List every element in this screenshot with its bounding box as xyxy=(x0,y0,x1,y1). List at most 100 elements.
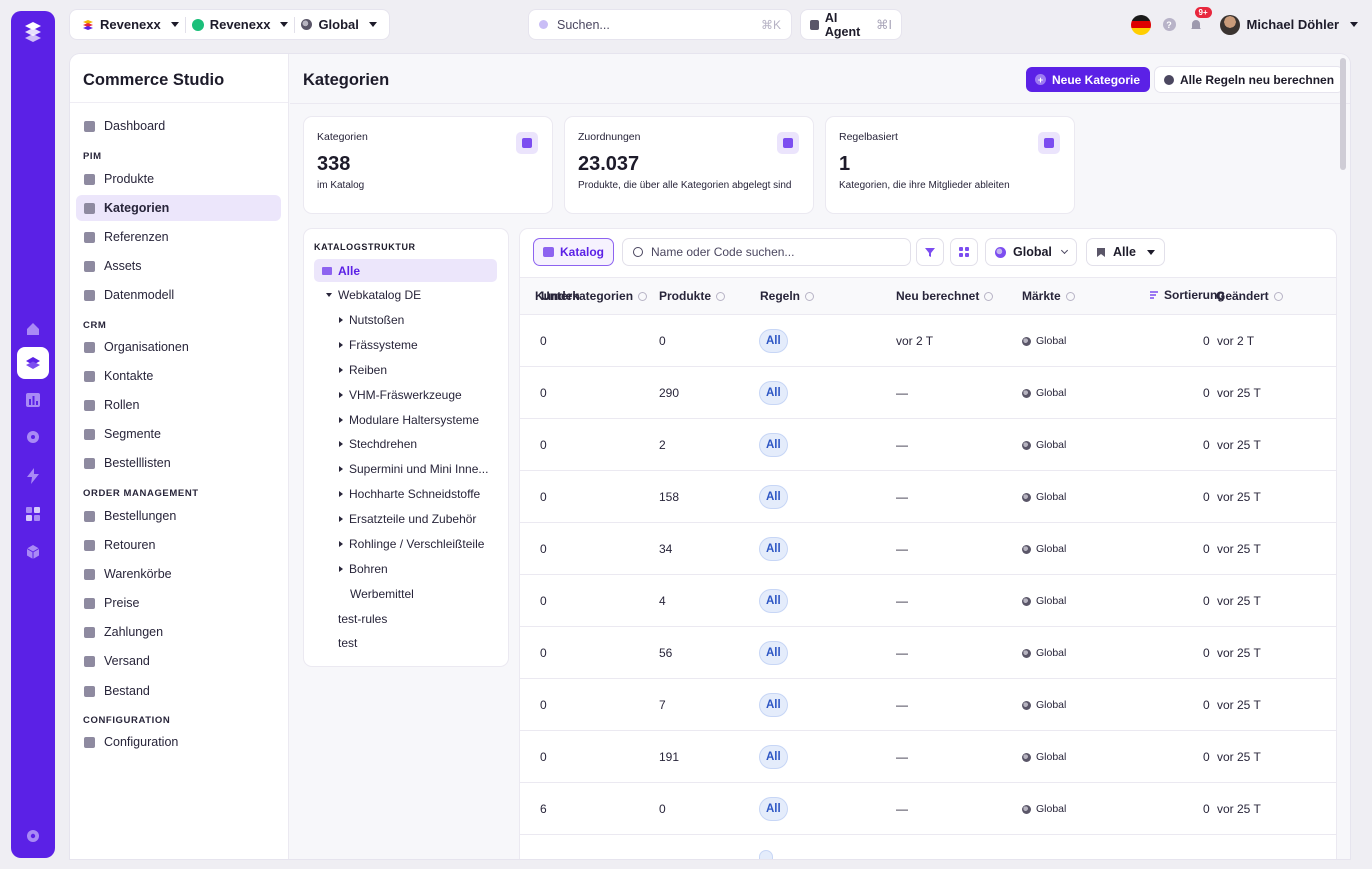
tree-node-child[interactable]: Frässysteme xyxy=(339,333,418,356)
global-search-input[interactable]: Suchen... ⌘K xyxy=(529,10,791,39)
column-header-geaendert[interactable]: Geändert xyxy=(1216,289,1283,303)
table-row[interactable]: 0 191 All — Global 0 vor 25 T xyxy=(520,731,1336,783)
table-row[interactable]: 6 0 All — Global 0 vor 25 T xyxy=(520,783,1336,835)
tree-node-label: Modulare Haltersysteme xyxy=(349,412,480,427)
commerce-icon[interactable] xyxy=(17,347,49,379)
chevron-down-icon xyxy=(368,22,377,27)
tree-node-child[interactable]: Werbemittel xyxy=(350,582,414,605)
cube-icon[interactable] xyxy=(17,536,49,568)
sidebar-item-label: Zahlungen xyxy=(104,625,164,639)
tree-node-child[interactable]: Ersatzteile und Zubehör xyxy=(339,507,476,530)
sidebar-item-preise[interactable]: Preise xyxy=(76,590,281,616)
sort-icon xyxy=(1273,291,1283,301)
rules-badge: All xyxy=(760,798,787,820)
table-row[interactable]: 0 2 All — Global 0 vor 25 T xyxy=(520,419,1336,471)
location-icon[interactable] xyxy=(17,422,49,454)
sidebar-item-produkte[interactable]: Produkte xyxy=(76,166,281,192)
column-header-unterkategorien[interactable]: Unterkategorien xyxy=(541,289,648,303)
sidebar-item-bestand[interactable]: Bestand xyxy=(76,678,281,704)
tree-node-all[interactable]: Alle xyxy=(314,259,497,282)
sidebar-item-configuration[interactable]: Configuration xyxy=(76,729,281,755)
ai-agent-icon xyxy=(810,19,819,30)
user-menu[interactable]: Michael Döhler xyxy=(1216,10,1362,39)
notifications-bell-icon[interactable]: 9+ xyxy=(1188,6,1212,33)
recalculate-rules-button[interactable]: Alle Regeln neu berechnen xyxy=(1155,67,1344,92)
tree-node-root-other[interactable]: test xyxy=(338,631,357,654)
apps-icon[interactable] xyxy=(17,498,49,530)
users-icon xyxy=(84,428,95,440)
sidebar-item-label: Bestand xyxy=(104,684,150,698)
org-selector[interactable]: Revenexx xyxy=(76,10,185,39)
tab-katalog[interactable]: Katalog xyxy=(534,239,614,265)
table-row[interactable]: 0 4 All — Global 0 vor 25 T xyxy=(520,575,1336,627)
tree-node-child[interactable]: Stechdrehen xyxy=(339,432,417,455)
cell-unterkategorien: 0 xyxy=(540,646,547,660)
sidebar-item-bestelllisten[interactable]: Bestelllisten xyxy=(76,450,281,476)
filter-button[interactable] xyxy=(917,239,943,265)
view-toggle-button[interactable] xyxy=(951,239,977,265)
tree-node-child[interactable]: Rohlinge / Verschleißteile xyxy=(339,532,484,555)
sidebar-item-kategorien[interactable]: Kategorien xyxy=(76,195,281,221)
sidebar-item-versand[interactable]: Versand xyxy=(76,648,281,674)
analytics-icon[interactable] xyxy=(17,384,49,416)
sidebar-item-warenkoerbe[interactable]: Warenkörbe xyxy=(76,561,281,587)
column-header-label: Neu berechnet xyxy=(896,289,980,303)
home-icon[interactable] xyxy=(17,313,49,345)
table-row[interactable]: 0 34 All — Global 0 vor 25 T xyxy=(520,523,1336,575)
tree-node-child[interactable]: Hochharte Schneidstoffe xyxy=(339,482,480,505)
column-header-produkte[interactable]: Produkte xyxy=(659,289,726,303)
table-row[interactable]: 0 0 All vor 2 T Global 0 vor 2 T xyxy=(520,315,1336,367)
category-search-input[interactable]: Name oder Code suchen... xyxy=(623,239,910,265)
grid-icon xyxy=(84,289,95,301)
tree-node-root-other[interactable]: test-rules xyxy=(338,607,387,630)
sidebar-item-segmente[interactable]: Segmente xyxy=(76,421,281,447)
settings-gear-icon[interactable] xyxy=(17,820,49,852)
tree-node-root[interactable]: Webkatalog DE xyxy=(326,283,421,306)
ai-agent-button[interactable]: AI Agent ⌘I xyxy=(801,10,901,39)
tree-node-child[interactable]: Modulare Haltersysteme xyxy=(339,408,479,431)
expand-right-icon xyxy=(339,341,343,348)
column-header-regeln[interactable]: Regeln xyxy=(760,289,815,303)
grid-view-icon xyxy=(959,247,969,257)
tree-node-child[interactable]: Bohren xyxy=(339,557,388,580)
sidebar-item-dashboard[interactable]: Dashboard xyxy=(76,113,281,139)
sidebar-item-retouren[interactable]: Retouren xyxy=(76,532,281,558)
new-category-button[interactable]: + Neue Kategorie xyxy=(1026,67,1151,92)
tree-node-child[interactable]: Nutstoßen xyxy=(339,308,404,331)
status-filter-dropdown[interactable]: Alle xyxy=(1087,239,1164,265)
stat-value: 338 xyxy=(317,153,351,175)
language-flag-de-icon[interactable] xyxy=(1130,14,1151,35)
table-row[interactable]: 0 7 All — Global 0 vor 25 T xyxy=(520,679,1336,731)
column-header-maerkte[interactable]: Märkte xyxy=(1022,289,1075,303)
contact-icon xyxy=(84,370,95,382)
cell-geaendert: vor 25 T xyxy=(1217,542,1261,556)
sidebar-item-datenmodell[interactable]: Datenmodell xyxy=(76,282,281,308)
sidebar-item-zahlungen[interactable]: Zahlungen xyxy=(76,619,281,645)
column-header-sortierung[interactable]: Sortierung xyxy=(1149,288,1225,302)
table-row[interactable]: 0 158 All — Global 0 vor 25 T xyxy=(520,471,1336,523)
table-row[interactable]: 0 290 All — Global 0 vor 25 T xyxy=(520,367,1336,419)
tree-node-child[interactable]: VHM-Fräswerkzeuge xyxy=(339,383,462,406)
tree-node-child[interactable]: Reiben xyxy=(339,358,387,381)
market-dropdown[interactable]: Global xyxy=(986,239,1076,265)
table-row[interactable]: 0 56 All — Global 0 vor 25 T xyxy=(520,627,1336,679)
sidebar-item-kontakte[interactable]: Kontakte xyxy=(76,363,281,389)
sidebar-item-label: Assets xyxy=(104,259,142,273)
sidebar-item-assets[interactable]: Assets xyxy=(76,253,281,279)
column-header-neu-berechnet[interactable]: Neu berechnet xyxy=(896,289,994,303)
sidebar-item-rollen[interactable]: Rollen xyxy=(76,392,281,418)
database-icon xyxy=(84,231,95,243)
sidebar-item-bestellungen[interactable]: Bestellungen xyxy=(76,503,281,529)
cell-unterkategorien: 0 xyxy=(540,334,547,348)
sidebar-item-referenzen[interactable]: Referenzen xyxy=(76,224,281,250)
workspace-selector[interactable]: Revenexx xyxy=(186,10,295,39)
help-icon[interactable]: ? xyxy=(1162,18,1176,31)
app-logo-icon[interactable] xyxy=(19,19,47,47)
sidebar-item-organisationen[interactable]: Organisationen xyxy=(76,334,281,360)
page-scrollbar[interactable] xyxy=(1340,58,1346,170)
tag-icon xyxy=(84,597,95,609)
lightning-icon[interactable] xyxy=(17,460,49,492)
scope-selector[interactable]: Global xyxy=(295,10,382,39)
section-heading-crm: CRM xyxy=(83,320,107,331)
tree-node-child[interactable]: Supermini und Mini Inne... xyxy=(339,457,488,480)
